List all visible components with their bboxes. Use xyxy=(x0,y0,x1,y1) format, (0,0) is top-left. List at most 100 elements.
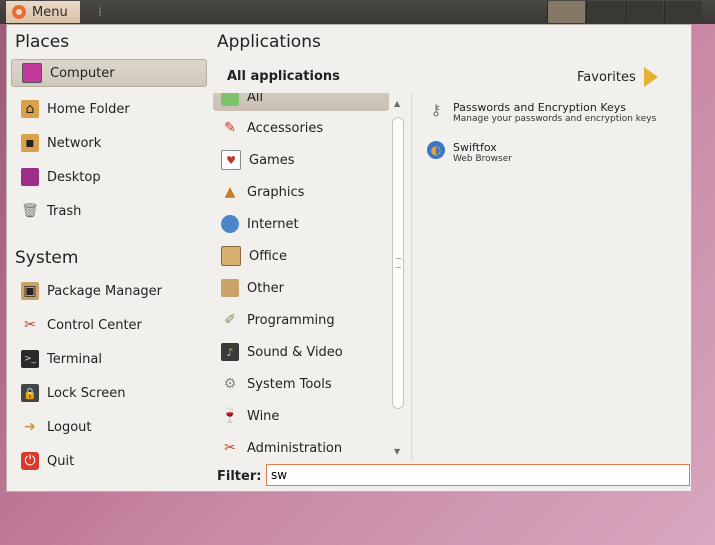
category-item-other[interactable]: Other xyxy=(213,274,389,302)
category-label: Wine xyxy=(247,408,280,424)
category-label: Accessories xyxy=(247,120,324,136)
panel-applet-2[interactable] xyxy=(586,1,624,23)
quit-icon: ⏻ xyxy=(21,452,39,470)
scrollbar-thumb[interactable] xyxy=(392,117,404,409)
system-item-label: Quit xyxy=(47,453,75,469)
scroll-up-arrow-icon[interactable]: ▲ xyxy=(394,99,400,108)
system-item-label: Logout xyxy=(47,419,92,435)
place-item-computer[interactable]: Computer xyxy=(11,59,207,87)
category-list: All ✎ Accessories ♥ Games ▲ Graphics Int… xyxy=(213,93,409,461)
control-center-icon: ✂ xyxy=(24,317,36,333)
computer-icon xyxy=(22,63,42,83)
category-label: Programming xyxy=(247,312,335,328)
sound-video-icon: ♪ xyxy=(221,343,239,361)
system-item-label: Package Manager xyxy=(47,283,163,299)
place-item-trash[interactable]: 🗑 Trash xyxy=(11,197,207,225)
app-result-name: Passwords and Encryption Keys xyxy=(453,101,627,114)
category-item-accessories[interactable]: ✎ Accessories xyxy=(213,114,389,142)
app-result-description: Web Browser xyxy=(453,154,512,164)
system-item-quit[interactable]: ⏻ Quit xyxy=(11,447,207,475)
category-label: Administration xyxy=(247,440,343,456)
applications-title: Applications xyxy=(217,32,321,52)
category-item-system-tools[interactable]: ⚙ System Tools xyxy=(213,370,389,398)
panel-grip-handle[interactable]: ⁞ xyxy=(98,5,102,19)
category-label: Sound & Video xyxy=(247,344,343,360)
ubuntu-logo-icon xyxy=(12,5,26,19)
office-icon xyxy=(221,246,241,266)
system-item-lock-screen[interactable]: 🔒 Lock Screen xyxy=(11,379,207,407)
category-item-wine[interactable]: 🍷 Wine xyxy=(213,402,389,430)
system-item-control-center[interactable]: ✂ Control Center xyxy=(11,311,207,339)
category-label: Internet xyxy=(247,216,299,232)
place-item-desktop[interactable]: Desktop xyxy=(11,163,207,191)
category-label: Graphics xyxy=(247,184,305,200)
arrow-right-icon xyxy=(643,67,658,87)
category-item-all[interactable]: All xyxy=(213,93,389,111)
category-item-games[interactable]: ♥ Games xyxy=(213,146,389,174)
places-title: Places xyxy=(15,32,70,52)
system-tools-icon: ⚙ xyxy=(223,376,237,392)
category-item-graphics[interactable]: ▲ Graphics xyxy=(213,178,389,206)
app-result-passwords[interactable]: ⚷ Passwords and Encryption Keys Manage y… xyxy=(427,101,657,124)
menu-button[interactable]: Menu xyxy=(6,1,80,23)
system-item-logout[interactable]: ➜ Logout xyxy=(11,413,207,441)
accessories-icon: ✎ xyxy=(224,120,236,136)
system-item-label: Control Center xyxy=(47,317,142,333)
swiftfox-icon: ◐ xyxy=(427,141,445,159)
category-scrollbar[interactable]: ▲ ▼ xyxy=(391,97,405,459)
category-item-office[interactable]: Office xyxy=(213,242,389,270)
logout-icon: ➜ xyxy=(24,419,36,435)
network-icon: ▪ xyxy=(21,134,39,152)
category-label: Games xyxy=(249,152,295,168)
programming-icon: ✐ xyxy=(224,312,236,328)
system-item-package-manager[interactable]: ▣ Package Manager xyxy=(11,277,207,305)
internet-icon xyxy=(221,215,239,233)
home-folder-icon: ⌂ xyxy=(21,100,39,118)
category-item-programming[interactable]: ✐ Programming xyxy=(213,306,389,334)
filter-input[interactable] xyxy=(266,464,690,486)
pane-divider xyxy=(411,93,412,461)
category-item-internet[interactable]: Internet xyxy=(213,210,389,238)
place-item-label: Home Folder xyxy=(47,101,130,117)
app-result-description: Manage your passwords and encryption key… xyxy=(453,114,657,124)
favorites-button[interactable]: Favorites xyxy=(577,67,658,87)
games-icon: ♥ xyxy=(221,150,241,170)
main-menu-window: Places Computer ⌂ Home Folder ▪ Network … xyxy=(6,24,692,492)
other-icon xyxy=(221,279,239,297)
category-item-administration[interactable]: ✂ Administration xyxy=(213,434,389,461)
filter-label: Filter: xyxy=(217,469,262,484)
category-label: Office xyxy=(249,248,287,264)
place-item-label: Desktop xyxy=(47,169,101,185)
system-item-terminal[interactable]: >_ Terminal xyxy=(11,345,207,373)
menu-button-label: Menu xyxy=(32,4,68,20)
app-result-swiftfox[interactable]: ◐ Swiftfox Web Browser xyxy=(427,141,512,164)
category-label: Other xyxy=(247,280,284,296)
system-title: System xyxy=(15,248,79,268)
favorites-label: Favorites xyxy=(577,69,636,85)
scroll-grip-icon xyxy=(396,258,401,268)
top-panel: Menu ⁞ xyxy=(0,0,715,24)
place-item-label: Network xyxy=(47,135,102,151)
category-label: All xyxy=(247,93,264,105)
place-item-label: Trash xyxy=(47,203,82,219)
desktop-icon xyxy=(21,168,39,186)
panel-applet-4[interactable] xyxy=(664,1,702,23)
panel-applet-1[interactable] xyxy=(547,1,585,23)
lock-screen-icon: 🔒 xyxy=(21,384,39,402)
wine-icon: 🍷 xyxy=(221,408,239,424)
place-item-home-folder[interactable]: ⌂ Home Folder xyxy=(11,95,207,123)
place-item-network[interactable]: ▪ Network xyxy=(11,129,207,157)
package-manager-icon: ▣ xyxy=(21,282,39,300)
place-item-label: Computer xyxy=(50,65,115,81)
category-item-sound-video[interactable]: ♪ Sound & Video xyxy=(213,338,389,366)
all-icon xyxy=(221,93,239,106)
category-label: System Tools xyxy=(247,376,332,392)
keys-icon: ⚷ xyxy=(430,101,442,119)
graphics-icon: ▲ xyxy=(224,184,236,200)
administration-icon: ✂ xyxy=(224,440,236,456)
panel-applet-3[interactable] xyxy=(625,1,663,23)
system-item-label: Terminal xyxy=(47,351,102,367)
scroll-down-arrow-icon[interactable]: ▼ xyxy=(394,447,400,456)
trash-icon: 🗑 xyxy=(21,203,39,219)
app-result-name: Swiftfox xyxy=(453,141,497,154)
